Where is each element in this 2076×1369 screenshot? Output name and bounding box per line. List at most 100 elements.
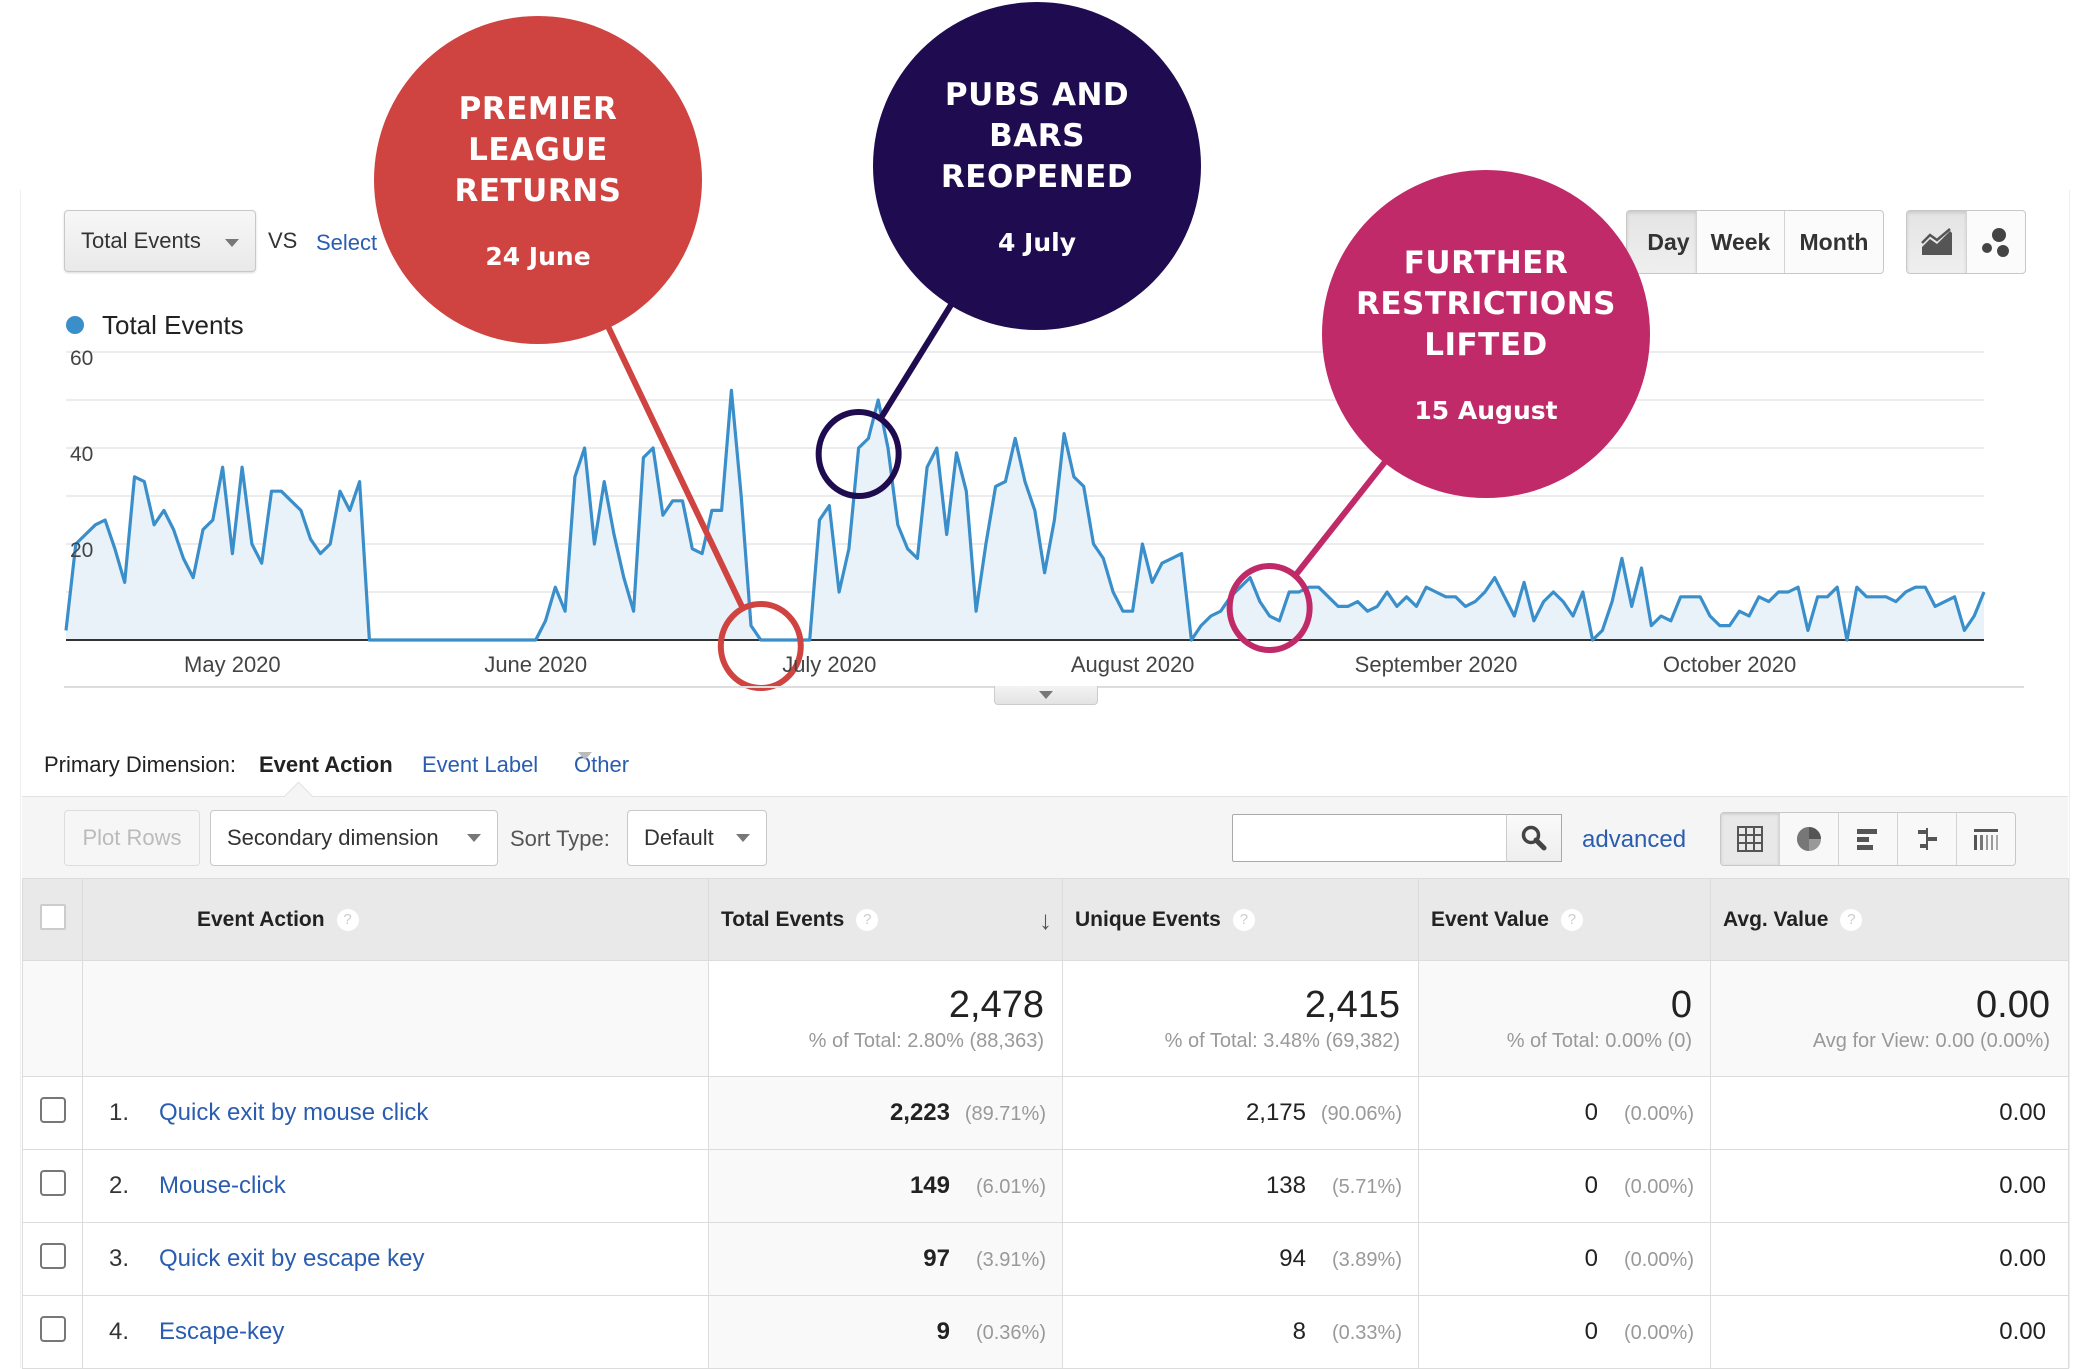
total-events-cell: 97 (3.91%) bbox=[708, 1222, 1063, 1296]
event-value-value: 0 bbox=[1584, 1318, 1598, 1345]
data-point bbox=[826, 503, 832, 509]
event-value-value: 0 bbox=[1584, 1172, 1598, 1199]
plot-rows-button[interactable]: Plot Rows bbox=[64, 810, 200, 866]
total-events-cell: 9 (0.36%) bbox=[708, 1295, 1063, 1369]
data-point bbox=[1521, 579, 1527, 585]
data-point bbox=[1873, 594, 1879, 600]
y-tick-label: 20 bbox=[70, 539, 94, 562]
data-point bbox=[1081, 483, 1087, 489]
event-value-percent: (0.00%) bbox=[1623, 1103, 1694, 1125]
event-action-link[interactable]: Quick exit by mouse click bbox=[159, 1099, 428, 1126]
event-action-link[interactable]: Escape-key bbox=[159, 1318, 284, 1345]
data-point bbox=[190, 575, 196, 581]
event-value-cell: 0 (0.00%) bbox=[1418, 1222, 1711, 1296]
performance-view-button[interactable] bbox=[1839, 813, 1898, 865]
help-icon[interactable]: ? bbox=[856, 908, 879, 931]
total-events-value: 9 bbox=[936, 1318, 950, 1345]
header-unique-events[interactable]: Unique Events? bbox=[1062, 878, 1419, 961]
data-point bbox=[689, 546, 695, 552]
comparison-view-button[interactable] bbox=[1898, 813, 1957, 865]
annotation-callout: PUBS AND BARS REOPENED 4 July bbox=[873, 2, 1201, 330]
help-icon[interactable]: ? bbox=[1232, 908, 1255, 931]
row-checkbox[interactable] bbox=[39, 1242, 66, 1269]
data-point bbox=[513, 637, 519, 643]
avg-value-value: 0.00 bbox=[1999, 1099, 2046, 1126]
event-action-link[interactable]: Quick exit by escape key bbox=[159, 1245, 424, 1272]
data-point bbox=[327, 541, 333, 547]
totals-label-cell bbox=[82, 960, 709, 1077]
secondary-dimension-select[interactable]: Secondary dimension bbox=[210, 810, 498, 866]
data-point bbox=[1511, 613, 1517, 619]
row-checkbox[interactable] bbox=[39, 1096, 66, 1123]
data-point bbox=[415, 637, 421, 643]
help-icon[interactable]: ? bbox=[336, 908, 359, 931]
select-all-checkbox[interactable] bbox=[39, 903, 66, 930]
data-point bbox=[699, 551, 705, 557]
data-point bbox=[817, 517, 823, 523]
sort-type-value: Default bbox=[644, 825, 714, 850]
data-point bbox=[1776, 589, 1782, 595]
header-event-action[interactable]: Event Action? bbox=[82, 878, 709, 961]
search-button[interactable] bbox=[1506, 814, 1562, 862]
dimension-event-label[interactable]: Event Label bbox=[422, 752, 538, 778]
sort-type-select[interactable]: Default bbox=[627, 810, 767, 866]
data-point bbox=[1325, 594, 1331, 600]
totals-unique-events: 2,415 % of Total: 3.48% (69,382) bbox=[1062, 960, 1419, 1077]
header-avg-value[interactable]: Avg. Value? bbox=[1710, 878, 2069, 961]
collapse-chart-toggle[interactable] bbox=[994, 686, 1098, 705]
data-point bbox=[122, 579, 128, 585]
data-point bbox=[1110, 589, 1116, 595]
table-view-button[interactable] bbox=[1721, 813, 1780, 865]
primary-dimension-label: Primary Dimension: bbox=[44, 752, 236, 777]
total-events-cell: 2,223 (89.71%) bbox=[708, 1076, 1063, 1150]
row-checkbox[interactable] bbox=[39, 1169, 66, 1196]
data-point bbox=[1785, 589, 1791, 595]
data-point bbox=[1296, 589, 1302, 595]
row-checkbox-cell bbox=[22, 1222, 83, 1296]
pie-view-button[interactable] bbox=[1780, 813, 1839, 865]
data-point bbox=[1462, 603, 1468, 609]
total-events-percent: (6.01%) bbox=[975, 1176, 1046, 1198]
data-point bbox=[1355, 599, 1361, 605]
data-point bbox=[738, 493, 744, 499]
data-point bbox=[386, 637, 392, 643]
data-point bbox=[396, 637, 402, 643]
data-point bbox=[259, 560, 265, 566]
data-point bbox=[288, 498, 294, 504]
data-point bbox=[777, 637, 783, 643]
totals-avg-value: 0.00 Avg for View: 0.00 (0.00%) bbox=[1710, 960, 2069, 1077]
data-point bbox=[317, 551, 323, 557]
data-point bbox=[1208, 613, 1214, 619]
advanced-filter-link[interactable]: advanced bbox=[1582, 826, 1686, 854]
chevron-down-icon bbox=[467, 834, 481, 842]
term-cloud-button[interactable] bbox=[1957, 813, 2015, 865]
row-checkbox-cell bbox=[22, 1295, 83, 1369]
row-checkbox[interactable] bbox=[39, 1315, 66, 1342]
select-all-cell bbox=[22, 878, 83, 961]
header-event-value[interactable]: Event Value? bbox=[1418, 878, 1711, 961]
data-point bbox=[1834, 584, 1840, 590]
dimension-event-action[interactable]: Event Action bbox=[259, 752, 393, 778]
data-point bbox=[680, 498, 686, 504]
data-point bbox=[914, 555, 920, 561]
event-action-link[interactable]: Mouse-click bbox=[159, 1172, 286, 1199]
data-point bbox=[112, 546, 118, 552]
unique-events-cell: 8 (0.33%) bbox=[1062, 1295, 1419, 1369]
data-point bbox=[1179, 551, 1185, 557]
data-point bbox=[1286, 589, 1292, 595]
data-point bbox=[1629, 603, 1635, 609]
unique-events-value: 8 bbox=[1292, 1318, 1306, 1345]
data-point bbox=[1541, 599, 1547, 605]
data-point bbox=[885, 445, 891, 451]
data-point bbox=[924, 464, 930, 470]
data-point bbox=[1032, 507, 1038, 513]
data-point bbox=[1042, 570, 1048, 576]
annotation-title-line: REOPENED bbox=[940, 159, 1134, 195]
data-point bbox=[1267, 613, 1273, 619]
data-point bbox=[435, 637, 441, 643]
data-point bbox=[905, 546, 911, 552]
total-value: 0.00 bbox=[1976, 984, 2050, 1026]
help-icon[interactable]: ? bbox=[1840, 908, 1863, 931]
help-icon[interactable]: ? bbox=[1560, 908, 1583, 931]
header-total-events[interactable]: Total Events? ↓ bbox=[708, 878, 1063, 961]
